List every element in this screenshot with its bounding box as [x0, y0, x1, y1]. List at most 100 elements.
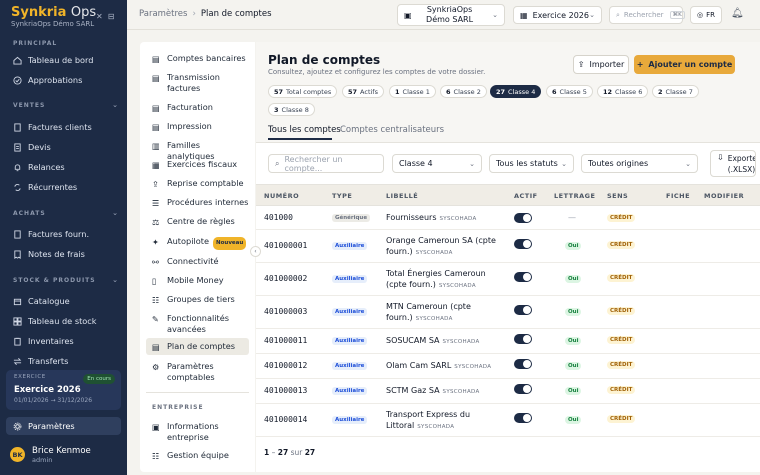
sidebar-item-tableau-stock[interactable]: Tableau de stock — [6, 312, 121, 330]
check-circle-icon — [13, 75, 22, 85]
active-toggle[interactable] — [514, 384, 532, 394]
chart-icon: ▥ — [152, 141, 160, 151]
bank-icon: ▤ — [152, 54, 160, 64]
search-icon: ⌕ — [275, 158, 280, 168]
lettrage-badge: Oui — [565, 416, 582, 424]
active-toggle[interactable] — [514, 334, 532, 344]
subnav-mobile-money[interactable]: ▯ Mobile Money — [146, 272, 249, 289]
import-button[interactable]: ⇪ Importer — [573, 55, 629, 74]
subnav-groupes-tiers[interactable]: ☷ Groupes de tiers — [146, 291, 249, 308]
subnav-gestion-equipe[interactable]: ☷ Gestion équipe — [146, 447, 249, 464]
sidebar-item-inventaires[interactable]: Inventaires — [6, 332, 121, 350]
breadcrumb-root[interactable]: Paramètres — [139, 9, 187, 19]
sidebar-item-relances[interactable]: Relances — [6, 158, 121, 176]
sidebar-item-notes-frais[interactable]: Notes de frais — [6, 245, 121, 263]
chevron-down-icon: ⌄ — [469, 159, 475, 168]
table-row[interactable]: 401000012 Auxiliaire Olam Cam SARL SYSCOH… — [256, 354, 760, 379]
subnav-connectivite[interactable]: ⚯ Connectivité — [146, 253, 249, 270]
subnav-plan-comptes[interactable]: ▤ Plan de comptes — [146, 338, 249, 355]
sidebar-item-catalogue[interactable]: Catalogue — [6, 292, 121, 310]
subnav-transmission-factures[interactable]: ▤ Transmission factures — [146, 69, 249, 97]
chevron-down-icon: ⌄ — [685, 159, 691, 168]
invoice-icon — [13, 229, 22, 239]
subnav-procedures-internes[interactable]: ☰ Procédures internes — [146, 194, 249, 211]
chevron-down-icon: ⌄ — [112, 209, 119, 217]
classe-select[interactable]: Classe 4 ⌄ — [392, 154, 482, 173]
subnav-impression[interactable]: ▤ Impression — [146, 118, 249, 135]
table-row[interactable]: 401000 Générique Fournisseurs SYSCOHADA —… — [256, 206, 760, 230]
origin-select[interactable]: Toutes origines ⌄ — [581, 154, 698, 173]
sidebar-item-factures-clients[interactable]: Factures clients — [6, 118, 121, 136]
sidebar-item-approvals[interactable]: Approbations — [6, 71, 121, 89]
subnav-centre-regles[interactable]: ⚖︎ Centre de règles — [146, 213, 249, 230]
section-ventes[interactable]: VENTES ⌄ — [13, 101, 119, 109]
exercise-card[interactable]: EXERCICE En cours Exercice 2026 01/01/20… — [6, 370, 121, 410]
chip-total[interactable]: 57 Total comptes — [268, 85, 338, 98]
company-switcher[interactable]: ▣ SynkriaOps Démo SARL ⌄ — [397, 4, 505, 26]
section-entreprise: ENTREPRISE — [152, 404, 204, 411]
chip-classe-5[interactable]: 6 Classe 5 — [546, 85, 593, 98]
collapse-sidebar-icon[interactable]: ⊟ — [108, 12, 115, 21]
subnav-facturation[interactable]: ▤ Facturation — [146, 99, 249, 116]
active-toggle[interactable] — [514, 359, 532, 369]
subnav-autopilote[interactable]: ✦ Autopilote Nouveau — [146, 233, 249, 253]
pin-icon[interactable]: ✕ — [96, 12, 103, 21]
active-toggle[interactable] — [514, 213, 532, 223]
active-toggle[interactable] — [514, 305, 532, 315]
subnav-parametres-comptables[interactable]: ⚙︎ Paramètres comptables — [146, 358, 249, 386]
sidebar-item-devis[interactable]: Devis — [6, 138, 121, 156]
subnav-comptes-bancaires[interactable]: ▤ Comptes bancaires — [146, 50, 249, 67]
page-subtitle: Consultez, ajoutez et configurez les com… — [268, 68, 486, 76]
bell-icon[interactable]: 🔔︎ — [731, 8, 744, 19]
sidebar-item-parametres[interactable]: Paramètres — [6, 417, 121, 435]
type-badge: Générique — [332, 214, 371, 222]
lettrage-badge: Oui — [565, 337, 582, 345]
accounts-panel: ⌕ Rechercher un compte... Classe 4 ⌄ Tous … — [256, 142, 760, 472]
chip-classe-6[interactable]: 12 Classe 6 — [597, 85, 649, 98]
language-switcher[interactable]: ◎ FR — [690, 6, 722, 24]
gear-icon: ⚙︎ — [152, 362, 160, 372]
sens-badge: CRÉDIT — [607, 361, 636, 369]
active-toggle[interactable] — [514, 272, 532, 282]
sidebar-item-recurrentes[interactable]: Récurrentes — [6, 178, 121, 196]
tab-comptes-centralisateurs[interactable]: Comptes centralisateurs — [340, 125, 444, 135]
table-row[interactable]: 401000001 Auxiliaire Orange Cameroun SA … — [256, 230, 760, 263]
lettrage-badge: Oui — [565, 308, 582, 316]
global-search[interactable]: ⌕ Rechercher ⌘K — [609, 6, 685, 24]
chip-classe-2[interactable]: 6 Classe 2 — [440, 85, 487, 98]
section-stock[interactable]: STOCK & PRODUITS ⌄ — [13, 276, 119, 284]
section-achats[interactable]: ACHATS ⌄ — [13, 209, 119, 217]
brand-logo[interactable]: Synkria Ops — [11, 5, 96, 20]
status-select[interactable]: Tous les statuts ⌄ — [489, 154, 574, 173]
table-row[interactable]: 401000002 Auxiliaire Total Énergies Came… — [256, 263, 760, 296]
active-toggle[interactable] — [514, 239, 532, 249]
add-account-button[interactable]: + Ajouter un compte — [634, 55, 735, 74]
tab-tous-comptes[interactable]: Tous les comptes — [268, 125, 341, 135]
collapse-subnav-button[interactable]: ‹ — [250, 246, 261, 257]
table-row[interactable]: 401000013 Auxiliaire SCTM Gaz SA SYSCOHAD… — [256, 379, 760, 404]
sidebar-item-factures-fourn[interactable]: Factures fourn. — [6, 225, 121, 243]
sidebar-item-dashboard[interactable]: Tableau de bord — [6, 51, 121, 69]
subnav-fonctionnalites[interactable]: ✎ Fonctionnalités avancées — [146, 310, 249, 338]
chip-classe-1[interactable]: 1 Classe 1 — [389, 85, 436, 98]
table-row[interactable]: 401000011 Auxiliaire SOSUCAM SA SYSCOHADA… — [256, 329, 760, 354]
chip-actifs[interactable]: 57 Actifs — [342, 85, 384, 98]
sens-badge: CRÉDIT — [607, 307, 636, 315]
sens-badge: CRÉDIT — [607, 241, 636, 249]
chip-classe-7[interactable]: 2 Classe 7 — [652, 85, 699, 98]
settings-subnav: ▤ Comptes bancaires ▤ Transmission facture… — [140, 42, 255, 472]
table-row[interactable]: 401000014 Auxiliaire Transport Express d… — [256, 404, 760, 437]
subnav-informations-entreprise[interactable]: ▣ Informations entreprise — [146, 418, 249, 446]
active-toggle[interactable] — [514, 413, 532, 423]
export-button[interactable]: ⇩Exporter (.XLSX) — [710, 150, 756, 177]
chip-classe-4[interactable]: 27 Classe 4 — [490, 85, 542, 98]
account-search-input[interactable]: ⌕ Rechercher un compte... — [268, 154, 384, 173]
exercise-switcher[interactable]: ▦ Exercice 2026 ⌄ — [513, 6, 602, 24]
sidebar-item-transferts[interactable]: Transferts — [6, 352, 121, 370]
table-row[interactable]: 401000003 Auxiliaire MTN Cameroun (cpte … — [256, 296, 760, 329]
subnav-reprise-comptable[interactable]: ⇪ Reprise comptable — [146, 175, 249, 192]
user-menu[interactable]: BK Brice Kenmoe admin — [10, 446, 120, 467]
lettrage-badge: Oui — [565, 242, 582, 250]
subnav-exercices-fiscaux[interactable]: ▦ Exercices fiscaux — [146, 156, 249, 173]
chip-classe-8[interactable]: 3 Classe 8 — [268, 103, 315, 116]
